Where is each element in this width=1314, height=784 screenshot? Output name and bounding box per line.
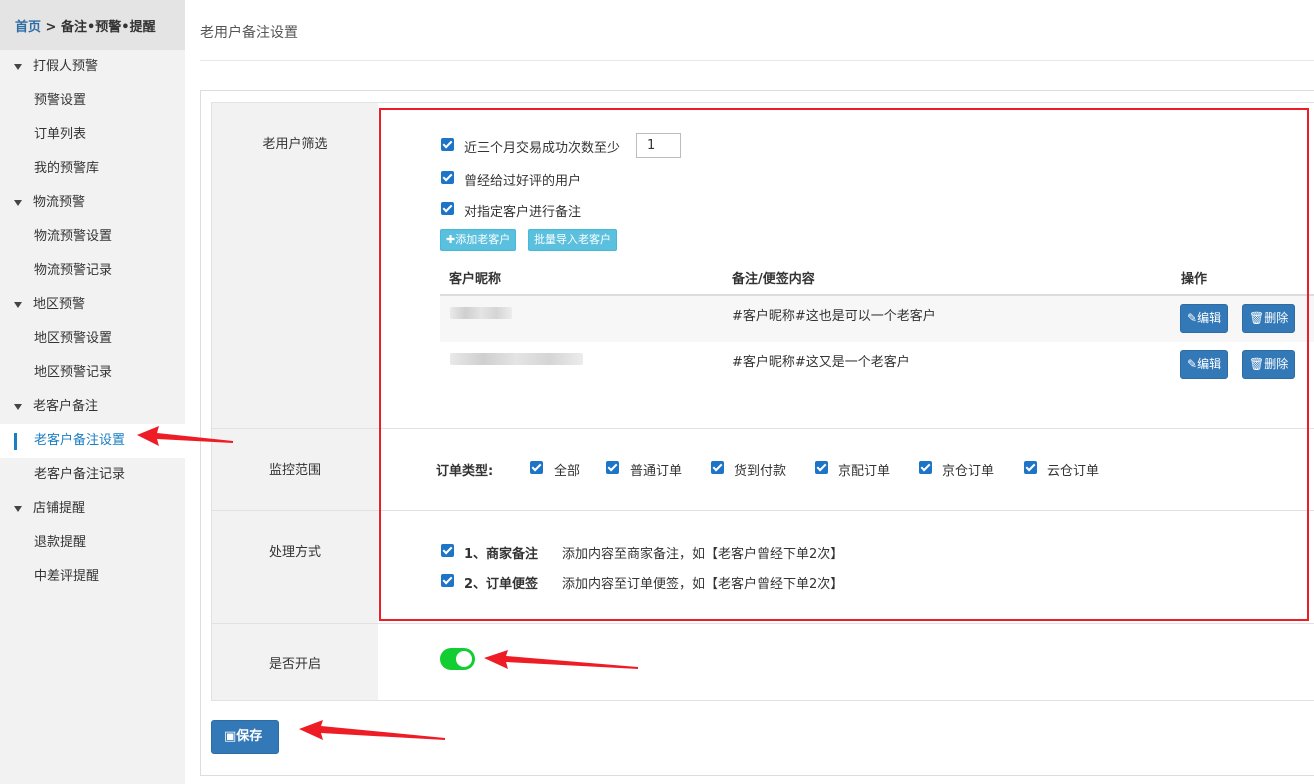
sidebar: 首页 > 备注•预警•提醒 打假人预警 预警设置 订单列表 我的预警库 物流预警… [0,0,185,784]
sidebar-group-region[interactable]: 地区预警 [0,288,185,322]
sidebar-item-label: 老客户备注记录 [34,467,126,482]
caret-down-icon [14,506,22,512]
row-label-filter: 老用户筛选 [212,103,378,428]
sidebar-item-label: 地区预警设置 [34,331,113,346]
sidebar-item-order-list[interactable]: 订单列表 [0,118,185,152]
sidebar-group-store-reminder[interactable]: 店铺提醒 [0,492,185,526]
filter-label: 老用户筛选 [262,137,328,152]
sidebar-group-label: 打假人预警 [33,59,99,74]
handle-label: 处理方式 [268,545,321,560]
sidebar-item-label: 地区预警记录 [34,365,113,380]
annotation-arrow [137,426,233,446]
caret-down-icon [14,302,22,308]
caret-down-icon [14,200,22,206]
active-indicator [14,433,17,450]
breadcrumb: 首页 > 备注•预警•提醒 [0,0,185,50]
annotation-highlight-box [379,108,1309,621]
sidebar-item-label: 我的预警库 [34,161,100,176]
sidebar-item-label: 老客户备注设置 [34,433,126,448]
row-divider [212,623,1314,624]
sidebar-item-label: 订单列表 [34,127,87,142]
sidebar-menu: 打假人预警 预警设置 订单列表 我的预警库 物流预警 物流预警设置 物流预警记录… [0,50,185,594]
save-button[interactable]: ▣保存 [211,720,279,754]
caret-down-icon [14,404,22,410]
sidebar-item-old-customer-records[interactable]: 老客户备注记录 [0,458,185,492]
sidebar-item-label: 物流预警设置 [34,229,113,244]
save-label: 保存 [236,729,263,744]
sidebar-item-region-records[interactable]: 地区预警记录 [0,356,185,390]
enable-toggle[interactable] [440,648,475,670]
row-label-scope: 监控范围 [212,429,378,510]
sidebar-item-refund-reminder[interactable]: 退款提醒 [0,526,185,560]
sidebar-group-old-customer[interactable]: 老客户备注 [0,390,185,424]
page-title: 老用户备注设置 [200,25,298,41]
annotation-arrow [299,720,445,740]
row-label-enable: 是否开启 [212,624,378,700]
breadcrumb-separator: > [45,20,57,35]
sidebar-item-label: 退款提醒 [34,535,87,550]
sidebar-group-logistics[interactable]: 物流预警 [0,186,185,220]
sidebar-item-my-alert-library[interactable]: 我的预警库 [0,152,185,186]
sidebar-item-logistics-settings[interactable]: 物流预警设置 [0,220,185,254]
annotation-arrow [484,650,638,669]
sidebar-item-review-reminder[interactable]: 中差评提醒 [0,560,185,594]
sidebar-item-alert-settings[interactable]: 预警设置 [0,84,185,118]
caret-down-icon [14,64,22,70]
sidebar-item-label: 中差评提醒 [34,569,100,584]
sidebar-item-region-settings[interactable]: 地区预警设置 [0,322,185,356]
breadcrumb-current: 备注•预警•提醒 [60,20,156,35]
enable-label: 是否开启 [268,657,321,672]
sidebar-group-fake-buyer[interactable]: 打假人预警 [0,50,185,84]
sidebar-group-label: 地区预警 [33,297,86,312]
sidebar-item-label: 预警设置 [34,93,87,108]
row-label-handle: 处理方式 [212,511,378,623]
scope-label: 监控范围 [268,463,321,478]
sidebar-group-label: 店铺提醒 [33,501,86,516]
sidebar-item-logistics-records[interactable]: 物流预警记录 [0,254,185,288]
toggle-knob [456,651,472,667]
breadcrumb-home-link[interactable]: 首页 [15,20,41,35]
sidebar-group-label: 物流预警 [33,195,86,210]
floppy-icon: ▣ [224,729,237,744]
divider [200,60,1314,61]
sidebar-group-label: 老客户备注 [33,399,99,414]
sidebar-item-label: 物流预警记录 [34,263,113,278]
